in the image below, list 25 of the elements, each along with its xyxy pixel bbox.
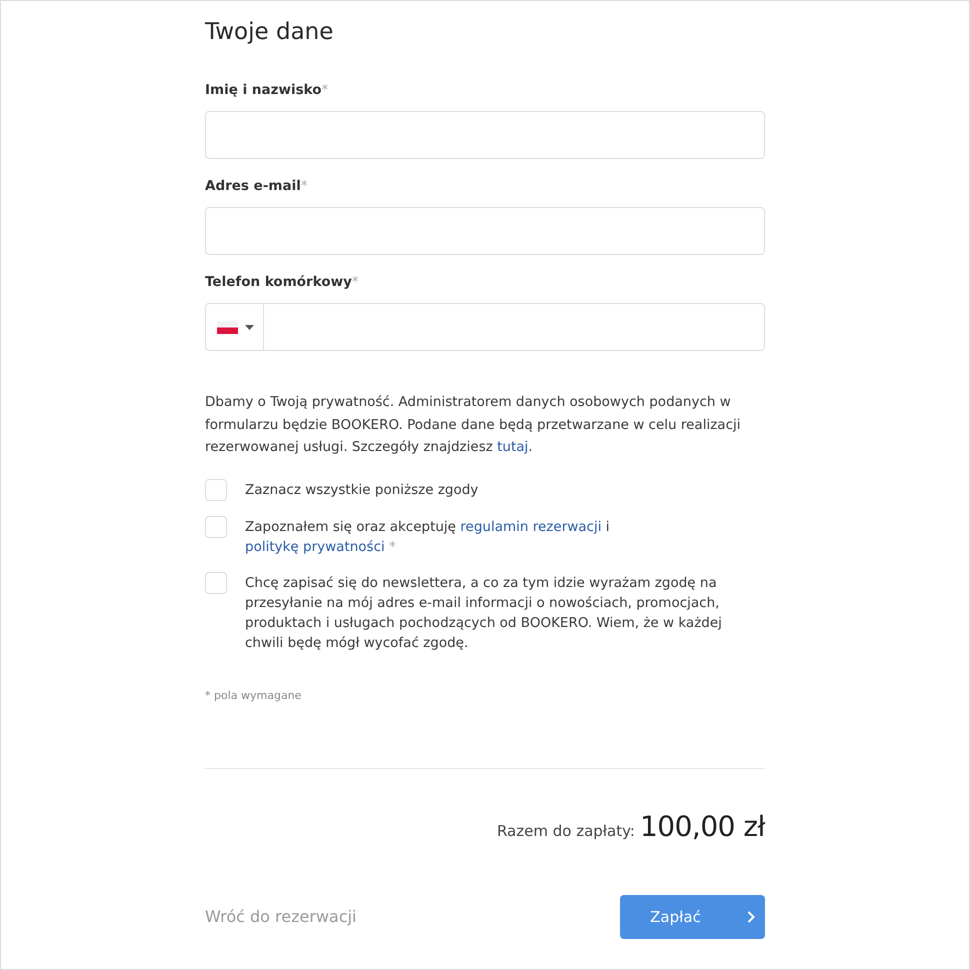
inline-link[interactable]: regulamin rezerwacji <box>460 518 602 534</box>
consent-text: Chcę zapisać się do newslettera, a co za tym idzie wyrażam zgodę na przesyłanie na mój adres e-mail informacji o nowościach, promocjach, produktach i usługach pochodzących od BOOKERO. Wiem, że w każdej chwili będę mógł wycofać zgodę. <box>245 574 723 652</box>
total-amount: 100,00 zł <box>640 808 765 844</box>
checkbox[interactable] <box>205 478 227 500</box>
inline-link[interactable]: tutaj <box>497 439 528 455</box>
caret-icon <box>245 324 254 330</box>
name-input[interactable] <box>205 111 765 159</box>
phone-input[interactable] <box>264 303 765 351</box>
flag-icon <box>217 320 238 334</box>
pay-button[interactable]: Zapłać <box>620 894 765 938</box>
privacy-notice: Dbamy o Twoją prywatność. Administratorem danych osobowych podanych w formularzu będzie BOOKERO. Podane dane będą przetwarzane w celu realizacji rezerwowanej usługi. Szczegóły znajdziesz tutaj. <box>205 393 742 457</box>
email-input[interactable] <box>205 207 765 255</box>
chevron-right-icon <box>746 910 755 922</box>
required-note: * pola wymagane <box>205 688 302 704</box>
inline-link[interactable]: politykę prywatności <box>245 538 385 554</box>
consent-text: Zaznacz wszystkie poniższe zgody <box>245 480 480 500</box>
total-label: Razem do zapłaty: <box>496 822 635 840</box>
country-select[interactable] <box>205 303 264 351</box>
field-label: Imię i nazwisko* <box>205 81 328 100</box>
checkbox[interactable] <box>205 572 227 594</box>
checkbox[interactable] <box>205 516 227 538</box>
field-label: Adres e-mail* <box>205 177 308 196</box>
form-heading: Twoje dane <box>205 18 334 46</box>
consent-text: Zapoznałem się oraz akceptuję regulamin rezerwacji i politykę prywatności * <box>245 518 611 556</box>
field-label: Telefon komórkowy* <box>205 273 359 292</box>
